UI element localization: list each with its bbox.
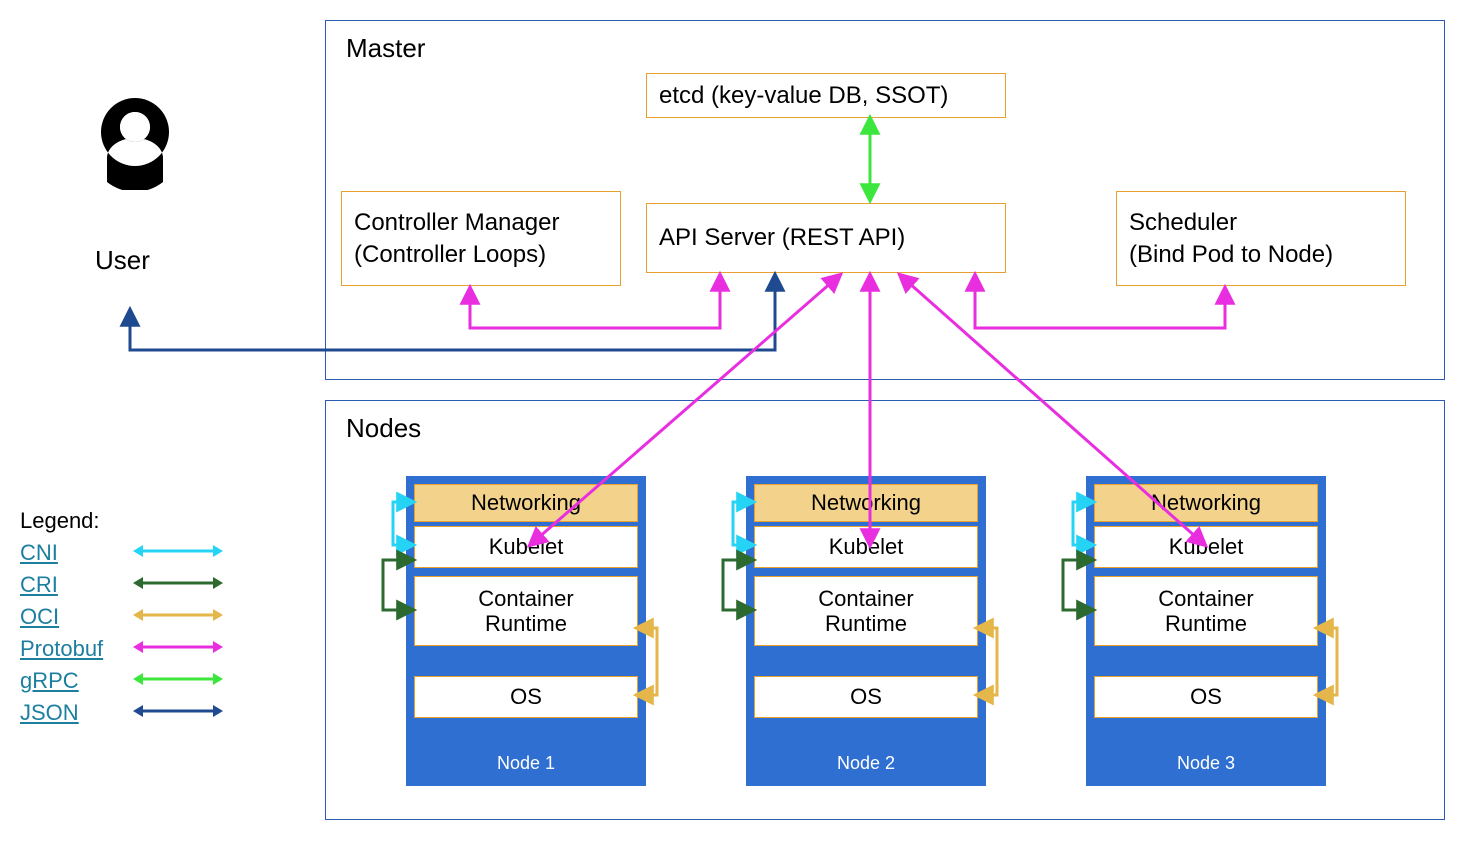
node-kubelet: Kubelet xyxy=(754,526,978,568)
node-name-label: Node 2 xyxy=(746,753,986,774)
runtime-l2: Runtime xyxy=(825,611,907,636)
node-2: Networking Kubelet ContainerRuntime OS N… xyxy=(746,476,986,786)
legend-link-oci[interactable]: OCI xyxy=(20,601,115,633)
etcd-label: etcd (key-value DB, SSOT) xyxy=(659,80,948,111)
node-1: Networking Kubelet ContainerRuntime OS N… xyxy=(406,476,646,786)
node-container-runtime: ContainerRuntime xyxy=(754,576,978,646)
scheduler-l1: Scheduler xyxy=(1129,207,1237,238)
node-name-label: Node 3 xyxy=(1086,753,1326,774)
legend-arrow-icon xyxy=(133,543,223,563)
legend-row: CNI xyxy=(20,537,223,569)
legend-row: OCI xyxy=(20,601,223,633)
controller-l1: Controller Manager xyxy=(354,207,559,238)
legend-row: Protobuf xyxy=(20,633,223,665)
runtime-l1: Container xyxy=(818,586,913,611)
master-title: Master xyxy=(346,33,425,64)
master-container: Master etcd (key-value DB, SSOT) Control… xyxy=(325,20,1445,380)
controller-l2: (Controller Loops) xyxy=(354,239,546,270)
runtime-l1: Container xyxy=(1158,586,1253,611)
node-container-runtime: ContainerRuntime xyxy=(414,576,638,646)
nodes-title: Nodes xyxy=(346,413,421,444)
node-networking: Networking xyxy=(1094,484,1318,522)
api-server-label: API Server (REST API) xyxy=(659,222,905,253)
legend-link-json[interactable]: JSON xyxy=(20,697,115,729)
runtime-l1: Container xyxy=(478,586,573,611)
nodes-container: Nodes Networking Kubelet ContainerRuntim… xyxy=(325,400,1445,820)
node-container-runtime: ContainerRuntime xyxy=(1094,576,1318,646)
legend-row: gRPC xyxy=(20,665,223,697)
node-os: OS xyxy=(1094,676,1318,718)
legend-link-grpc[interactable]: gRPC xyxy=(20,665,115,697)
node-3: Networking Kubelet ContainerRuntime OS N… xyxy=(1086,476,1326,786)
legend: Legend: CNICRIOCIProtobufgRPCJSON xyxy=(20,505,223,729)
node-kubelet: Kubelet xyxy=(1094,526,1318,568)
legend-arrow-icon xyxy=(133,639,223,659)
node-name-label: Node 1 xyxy=(406,753,646,774)
legend-arrow-icon xyxy=(133,671,223,691)
user-icon xyxy=(85,90,185,190)
node-kubelet: Kubelet xyxy=(414,526,638,568)
runtime-l2: Runtime xyxy=(1165,611,1247,636)
api-server-box: API Server (REST API) xyxy=(646,203,1006,273)
node-os: OS xyxy=(754,676,978,718)
user-label: User xyxy=(95,245,150,276)
etcd-box: etcd (key-value DB, SSOT) xyxy=(646,73,1006,118)
legend-arrow-icon xyxy=(133,703,223,723)
legend-arrow-icon xyxy=(133,575,223,595)
node-networking: Networking xyxy=(754,484,978,522)
node-os: OS xyxy=(414,676,638,718)
legend-link-cri[interactable]: CRI xyxy=(20,569,115,601)
scheduler-box: Scheduler (Bind Pod to Node) xyxy=(1116,191,1406,286)
legend-row: CRI xyxy=(20,569,223,601)
legend-title: Legend: xyxy=(20,505,223,537)
legend-row: JSON xyxy=(20,697,223,729)
legend-link-cni[interactable]: CNI xyxy=(20,537,115,569)
runtime-l2: Runtime xyxy=(485,611,567,636)
legend-link-protobuf[interactable]: Protobuf xyxy=(20,633,115,665)
legend-arrow-icon xyxy=(133,607,223,627)
node-networking: Networking xyxy=(414,484,638,522)
scheduler-l2: (Bind Pod to Node) xyxy=(1129,239,1333,270)
controller-manager-box: Controller Manager (Controller Loops) xyxy=(341,191,621,286)
